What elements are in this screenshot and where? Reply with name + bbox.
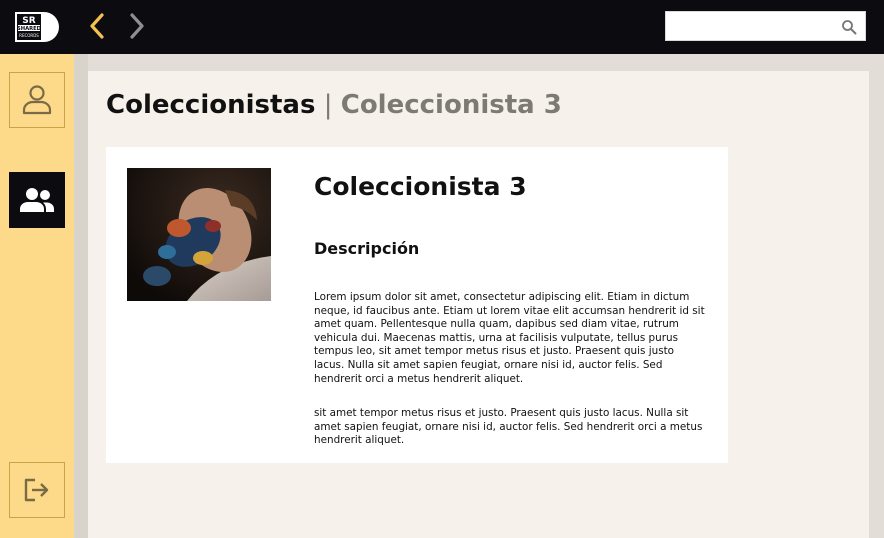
profile-photo: [127, 168, 271, 301]
user-icon: [22, 85, 52, 115]
breadcrumb-separator: |: [323, 90, 333, 120]
logo-text-bottom: RECORDS: [19, 33, 39, 38]
description-paragraph-2: sit amet tempor metus risus et justo. Pr…: [314, 407, 703, 447]
sidebar-item-profile[interactable]: [9, 72, 65, 128]
breadcrumb: Coleccionistas | Coleccionista 3: [106, 88, 562, 122]
search-icon[interactable]: [841, 19, 857, 35]
description-heading: Descripción: [314, 239, 420, 258]
window-edge: [869, 54, 884, 538]
breadcrumb-current: Coleccionista 3: [340, 90, 562, 120]
shared-records-logo[interactable]: SR SHARED RECORDS: [14, 11, 60, 43]
profile-card: Coleccionista 3 Descripción Lorem ipsum …: [106, 147, 728, 463]
search-input[interactable]: [670, 14, 834, 40]
sidebar-item-logout[interactable]: [9, 462, 65, 518]
chevron-right-icon[interactable]: [126, 12, 148, 40]
profile-name: Coleccionista 3: [314, 172, 527, 201]
logout-icon: [24, 478, 49, 502]
sidebar-item-collectors[interactable]: [9, 172, 65, 228]
top-bar: SR SHARED RECORDS: [0, 0, 884, 54]
description-paragraph: Lorem ipsum dolor sit amet, consectetur …: [314, 291, 705, 385]
breadcrumb-root-link[interactable]: Coleccionistas: [106, 90, 315, 120]
chevron-left-icon[interactable]: [86, 12, 108, 40]
sidebar-shadow: [74, 54, 88, 538]
logo-text-top: SR: [22, 16, 35, 26]
sidebar: [0, 54, 74, 538]
users-icon: [20, 188, 54, 212]
main-panel: Coleccionistas | Coleccionista 3 Colecci…: [88, 71, 869, 538]
search-box[interactable]: [665, 11, 866, 41]
logo-text-mid: SHARED: [17, 26, 42, 32]
